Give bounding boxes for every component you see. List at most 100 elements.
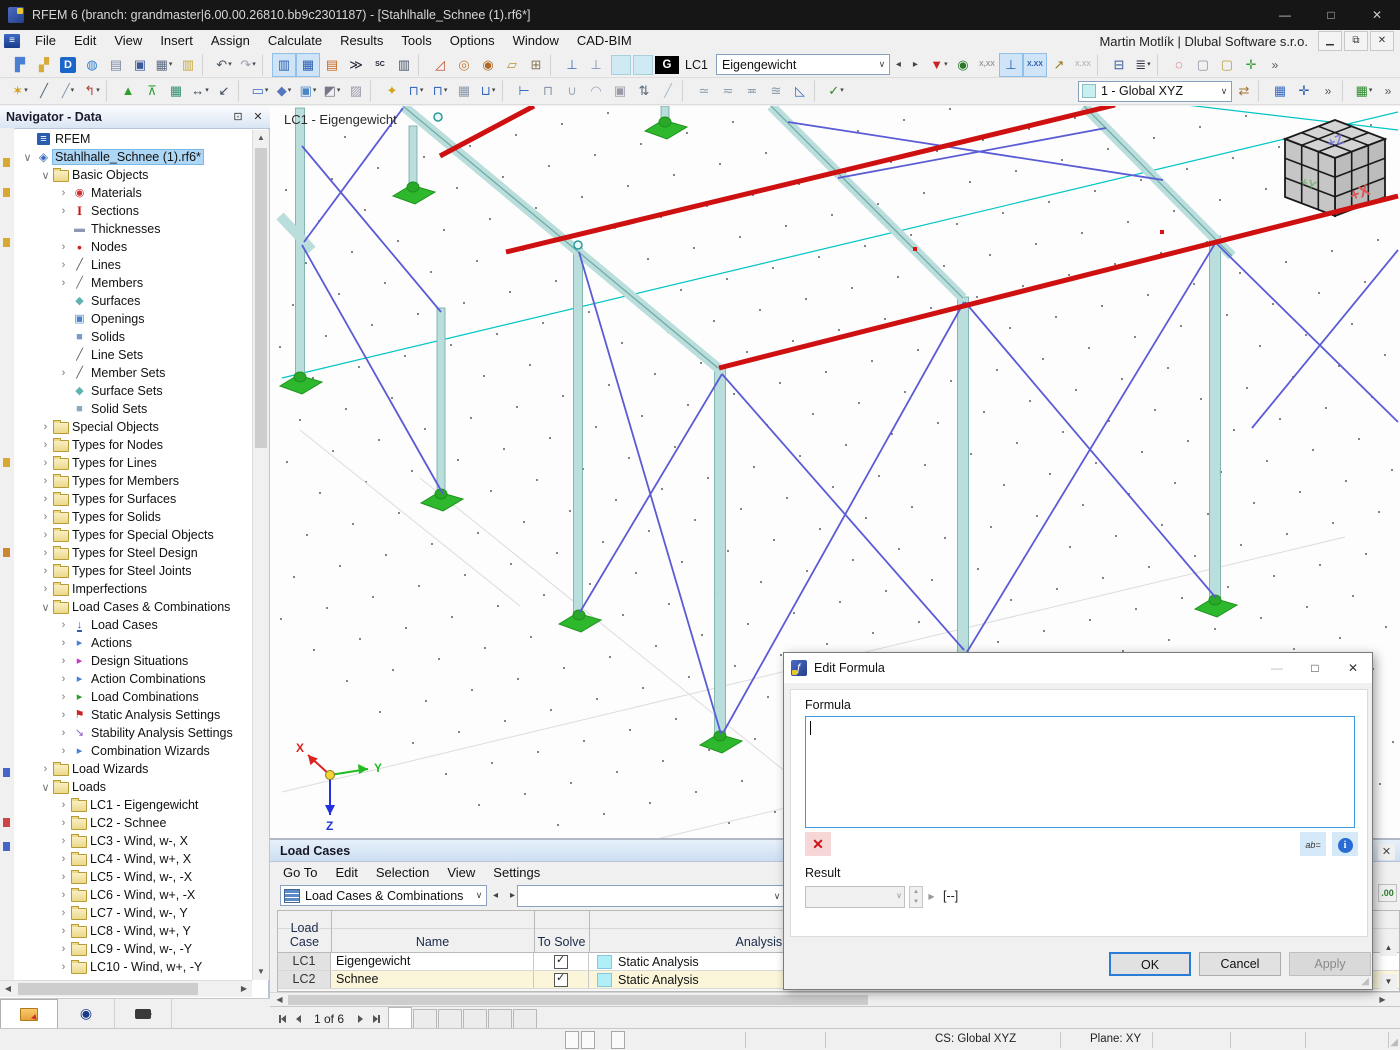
- toolbar-icon[interactable]: ▭▾: [248, 79, 272, 103]
- filter-combo[interactable]: ∨: [517, 885, 785, 907]
- tree-expander[interactable]: ›: [56, 655, 71, 667]
- tree-item[interactable]: › Action Combinations: [14, 670, 252, 688]
- tab-display-navigator[interactable]: ◉: [58, 999, 115, 1028]
- snap-toggle[interactable]: [581, 1031, 595, 1049]
- toolbar-icon[interactable]: ▾: [550, 54, 558, 76]
- clear-formula-button[interactable]: ✕: [805, 832, 831, 856]
- formula-info-button[interactable]: i: [1332, 832, 1358, 856]
- next-page-button[interactable]: [352, 1011, 368, 1027]
- tree-item[interactable]: › Types for Lines: [14, 454, 252, 472]
- tree-expander[interactable]: ›: [38, 547, 53, 559]
- tree-expander[interactable]: ›: [38, 493, 53, 505]
- tree-expander[interactable]: ›: [56, 943, 71, 955]
- mdi-minimize-button[interactable]: ▁: [1318, 31, 1342, 51]
- table-horizontal-scrollbar[interactable]: ◀ ▶: [270, 992, 1400, 1007]
- tree-expander[interactable]: ›: [56, 619, 71, 631]
- menu-item[interactable]: Tools: [392, 30, 440, 52]
- tree-expander[interactable]: ›: [38, 457, 53, 469]
- tree-expander[interactable]: ›: [56, 925, 71, 937]
- tree-expander[interactable]: ›: [56, 187, 71, 199]
- tree-expander[interactable]: ›: [56, 259, 71, 271]
- tree-item[interactable]: › Load Cases: [14, 616, 252, 634]
- tree-item[interactable]: › Special Objects: [14, 418, 252, 436]
- tree-expander[interactable]: ›: [38, 583, 53, 595]
- tree-item[interactable]: › LC3 - Wind, w-, X: [14, 832, 252, 850]
- highlighted-beams[interactable]: [440, 106, 1398, 368]
- previous-page-button[interactable]: [290, 1011, 306, 1027]
- tree-expander[interactable]: ›: [38, 421, 53, 433]
- menu-item[interactable]: Results: [331, 30, 392, 52]
- toolbar-icon[interactable]: ◆▾: [272, 79, 296, 103]
- tree-item[interactable]: › Types for Nodes: [14, 436, 252, 454]
- toolbar-icon[interactable]: ▥▾: [392, 53, 416, 77]
- toolbar-icon[interactable]: ≫▾: [344, 53, 368, 77]
- tree-item[interactable]: › Materials: [14, 184, 252, 202]
- tree-expander[interactable]: ∨: [20, 151, 35, 164]
- toolbar-icon[interactable]: ▾: [814, 80, 822, 102]
- tree-item[interactable]: Openings: [14, 310, 252, 328]
- tree-expander[interactable]: ∨: [38, 169, 53, 182]
- tree-item[interactable]: › LC9 - Wind, w-, -Y: [14, 940, 252, 958]
- apply-button[interactable]: Apply: [1289, 952, 1371, 976]
- tree-expander[interactable]: ›: [56, 727, 71, 739]
- toolbar-icon[interactable]: ◠▾: [584, 79, 608, 103]
- tree-item[interactable]: › LC4 - Wind, w+, X: [14, 850, 252, 868]
- maximize-button[interactable]: □: [1308, 0, 1354, 30]
- toolbar-icon[interactable]: ▾: [202, 54, 210, 76]
- toolbar-icon[interactable]: ▾: [418, 54, 426, 76]
- navigator-vertical-scrollbar[interactable]: ▲ ▼: [252, 130, 269, 980]
- toolbar-icon[interactable]: ▾: [1258, 80, 1266, 102]
- toolbar-icon[interactable]: ✶▾: [8, 79, 32, 103]
- toolbar-icon[interactable]: ▦▾: [152, 53, 176, 77]
- roof-rafters[interactable]: [280, 106, 1232, 368]
- tree-item[interactable]: Thicknesses: [14, 220, 252, 238]
- toolbar-icon[interactable]: ⇄▾: [1232, 79, 1256, 103]
- tree-item[interactable]: Surfaces: [14, 292, 252, 310]
- load-case-name-cell[interactable]: Eigengewicht: [331, 953, 534, 970]
- float-panel-icon[interactable]: ⊡: [230, 109, 246, 125]
- tree-expander[interactable]: ›: [56, 205, 71, 217]
- toolbar-icon[interactable]: ≖▾: [740, 79, 764, 103]
- tree-item[interactable]: ∨ Load Cases & Combinations: [14, 598, 252, 616]
- toolbar-icon[interactable]: ◍▾: [80, 53, 104, 77]
- menu-item[interactable]: CAD-BIM: [568, 30, 641, 52]
- menu-item[interactable]: Calculate: [259, 30, 331, 52]
- toolbar-icon[interactable]: ▾: [1157, 54, 1165, 76]
- toolbar-icon[interactable]: »▾: [1263, 53, 1287, 77]
- toolbar-icon[interactable]: ⊥▾: [584, 53, 608, 77]
- tree-item[interactable]: › LC10 - Wind, w+, -Y: [14, 958, 252, 976]
- tree-expander[interactable]: ›: [56, 817, 71, 829]
- toolbar-icon[interactable]: ▲▾: [116, 79, 140, 103]
- decimal-places-icon[interactable]: .00: [1378, 884, 1397, 902]
- tree-expander[interactable]: ›: [56, 961, 71, 973]
- toolbar-icon[interactable]: ▾: [370, 80, 378, 102]
- tree-item[interactable]: › Static Analysis Settings: [14, 706, 252, 724]
- toolbar-icon[interactable]: ◩▾: [320, 79, 344, 103]
- toolbar-icon[interactable]: ⊓▾: [536, 79, 560, 103]
- toolbar-icon[interactable]: X.XX▾: [1071, 53, 1095, 77]
- toolbar-icon[interactable]: X,XX▾: [975, 53, 999, 77]
- close-panel-icon[interactable]: ✕: [1378, 844, 1395, 860]
- toolbar-icon[interactable]: ╱▾: [32, 79, 56, 103]
- tab-data-navigator[interactable]: [0, 999, 58, 1029]
- rename-variables-button[interactable]: ab=: [1300, 832, 1326, 856]
- tree-item[interactable]: Line Sets: [14, 346, 252, 364]
- tree-item[interactable]: › LC7 - Wind, w-, Y: [14, 904, 252, 922]
- toolbar-icon[interactable]: ↰▾: [80, 79, 104, 103]
- tree-expander[interactable]: ›: [56, 691, 71, 703]
- tree-expander[interactable]: ›: [56, 367, 71, 379]
- toolbar-icon[interactable]: ↷▾: [236, 53, 260, 77]
- toolbar-icon[interactable]: ≊▾: [764, 79, 788, 103]
- toolbar-icon[interactable]: ▣▾: [128, 53, 152, 77]
- steel-columns[interactable]: [296, 106, 1221, 740]
- tree-item[interactable]: › Types for Surfaces: [14, 490, 252, 508]
- load-case-id-cell[interactable]: LC2: [278, 971, 331, 988]
- mdi-restore-button[interactable]: ⧉: [1344, 31, 1368, 51]
- toolbar-icon[interactable]: ⊥▾: [999, 53, 1023, 77]
- close-panel-icon[interactable]: ✕: [250, 109, 266, 125]
- tree-item[interactable]: › Load Wizards: [14, 760, 252, 778]
- tree-expander[interactable]: ›: [56, 889, 71, 901]
- toolbar-icon[interactable]: ◉▾: [476, 53, 500, 77]
- lc-toggle-a[interactable]: [611, 55, 631, 75]
- column-header[interactable]: Name: [331, 935, 534, 952]
